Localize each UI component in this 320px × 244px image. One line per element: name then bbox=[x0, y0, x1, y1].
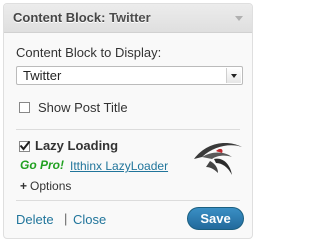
divider bbox=[16, 129, 240, 130]
link-separator: | bbox=[64, 211, 68, 226]
widget-title: Content Block: Twitter bbox=[13, 10, 151, 25]
show-post-title-checkbox[interactable] bbox=[19, 102, 30, 113]
show-post-title-label: Show Post Title bbox=[38, 100, 128, 115]
content-block-label: Content Block to Display: bbox=[16, 45, 162, 60]
content-block-widget: Content Block: Twitter Content Block to … bbox=[3, 3, 253, 239]
lazy-loading-checkbox[interactable] bbox=[19, 140, 30, 152]
go-pro-text: Go Pro! bbox=[20, 158, 64, 172]
select-arrow-button[interactable] bbox=[226, 68, 241, 83]
content-block-selected-value: Twitter bbox=[23, 68, 62, 83]
widget-title-instance: Twitter bbox=[109, 10, 151, 25]
toggle-arrow-icon[interactable] bbox=[234, 13, 244, 23]
widget-header[interactable]: Content Block: Twitter bbox=[4, 4, 252, 33]
widget-title-label: Content Block: bbox=[13, 10, 106, 25]
chevron-down-icon bbox=[231, 74, 237, 78]
content-block-select[interactable]: Twitter bbox=[16, 66, 243, 85]
options-toggle[interactable]: + Options bbox=[20, 179, 71, 193]
save-button[interactable]: Save bbox=[187, 207, 244, 230]
lazy-loading-label: Lazy Loading bbox=[35, 138, 119, 153]
itthinx-logo-icon bbox=[194, 143, 242, 175]
divider bbox=[16, 200, 240, 201]
lazyloader-link[interactable]: Itthinx LazyLoader bbox=[70, 159, 168, 173]
delete-link[interactable]: Delete bbox=[16, 212, 54, 227]
close-link[interactable]: Close bbox=[73, 212, 106, 227]
checkmark-icon bbox=[19, 140, 30, 151]
options-label: Options bbox=[30, 179, 72, 193]
plus-icon: + bbox=[20, 179, 28, 193]
